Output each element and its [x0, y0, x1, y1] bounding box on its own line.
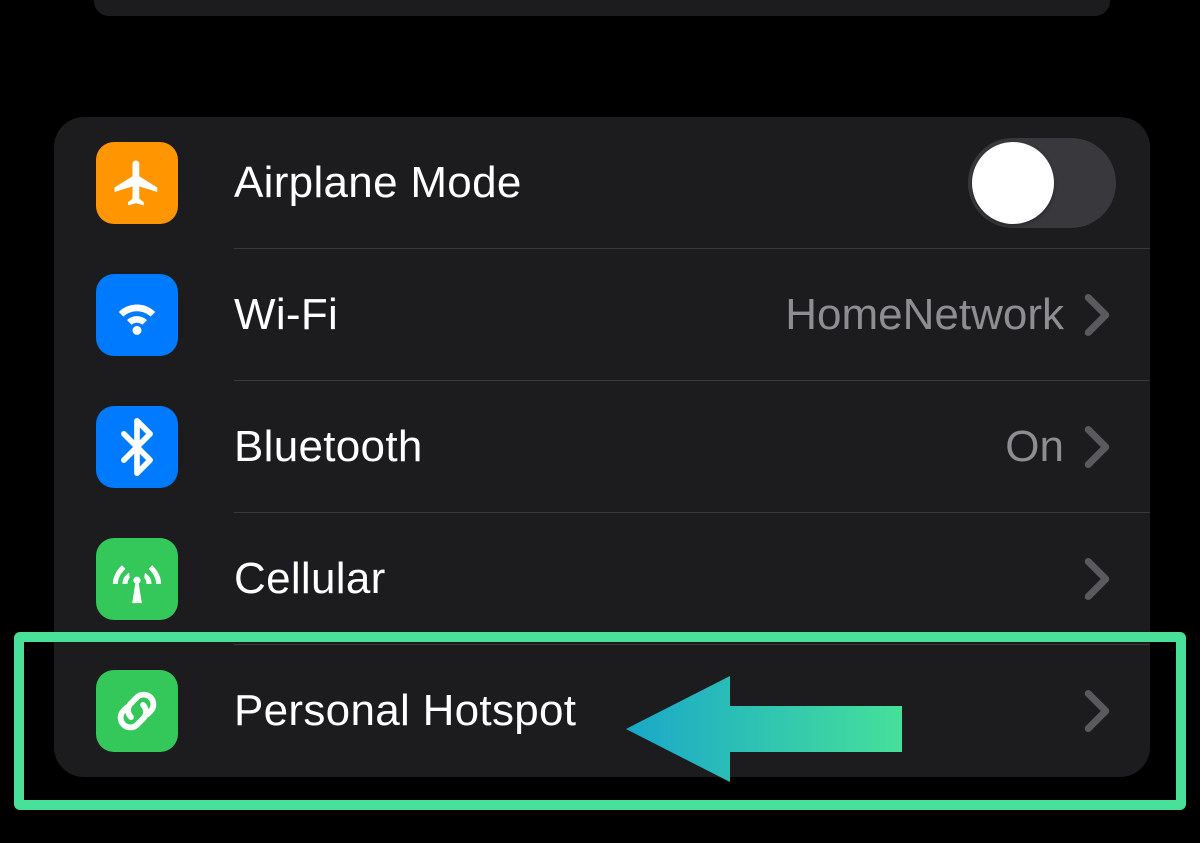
bluetooth-label: Bluetooth: [234, 422, 1005, 472]
row-cellular[interactable]: Cellular: [54, 513, 1150, 645]
row-bluetooth[interactable]: Bluetooth On: [54, 381, 1150, 513]
row-wifi[interactable]: Wi-Fi HomeNetwork: [54, 249, 1150, 381]
settings-connectivity-group: Airplane Mode Wi-Fi HomeNetwork Bluetoot…: [54, 117, 1150, 777]
airplane-mode-toggle[interactable]: [968, 138, 1116, 228]
chevron-right-icon: [1084, 426, 1110, 468]
wifi-label: Wi-Fi: [234, 290, 785, 340]
cellular-label: Cellular: [234, 554, 1084, 604]
bluetooth-icon: [96, 406, 178, 488]
search-field-remnant: [94, 0, 1110, 16]
chevron-right-icon: [1084, 558, 1110, 600]
cellular-antenna-icon: [96, 538, 178, 620]
hotspot-link-icon: [96, 670, 178, 752]
chevron-right-icon: [1084, 690, 1110, 732]
wifi-value: HomeNetwork: [785, 290, 1064, 340]
chevron-right-icon: [1084, 294, 1110, 336]
airplane-mode-label: Airplane Mode: [234, 158, 968, 208]
personal-hotspot-label: Personal Hotspot: [234, 686, 1084, 736]
toggle-knob: [972, 142, 1054, 224]
wifi-icon: [96, 274, 178, 356]
bluetooth-value: On: [1005, 422, 1064, 472]
row-personal-hotspot[interactable]: Personal Hotspot: [54, 645, 1150, 777]
row-airplane-mode[interactable]: Airplane Mode: [54, 117, 1150, 249]
airplane-icon: [96, 142, 178, 224]
